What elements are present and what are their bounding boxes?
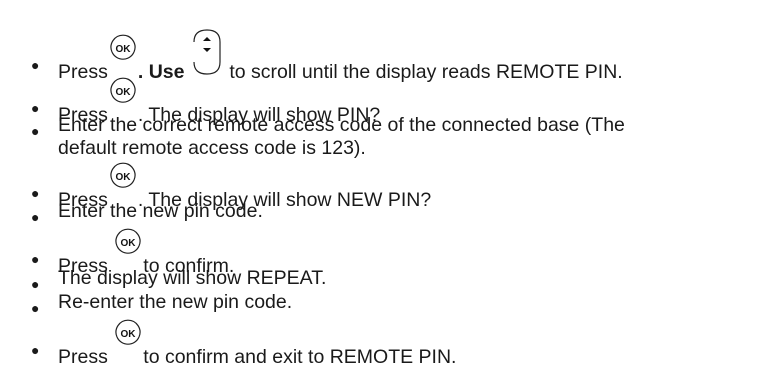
svg-text:OK: OK — [121, 238, 137, 249]
step-1: Press OK . Use to scroll until the display… — [58, 29, 623, 83]
step-1-text-press: Press — [58, 61, 108, 83]
bullet: ● — [31, 185, 40, 201]
step-1-text-scroll: to scroll until the display reads REMOTE… — [229, 61, 623, 83]
bullet: ● — [31, 300, 40, 316]
svg-text:OK: OK — [115, 172, 131, 183]
bullet: ● — [31, 209, 40, 225]
up-down-navigation-icon — [190, 29, 224, 78]
step-9: Press OK to confirm and exit to REMOTE PI… — [58, 319, 457, 368]
svg-text:OK: OK — [115, 44, 131, 55]
step-7: The display will show REPEAT. — [58, 267, 327, 289]
bullet: ● — [31, 57, 40, 73]
step-9-text-press: Press — [58, 346, 108, 368]
bullet: ● — [31, 251, 40, 267]
svg-text:OK: OK — [121, 329, 137, 340]
ok-button-icon: OK — [108, 34, 138, 78]
ok-button-icon: OK — [113, 319, 143, 363]
step-9-text-confirm: to confirm and exit to REMOTE PIN. — [143, 346, 457, 368]
step-3-line-1: Enter the correct remote access code of … — [58, 114, 625, 136]
step-1-text-use: . Use — [137, 61, 185, 83]
bullet: ● — [31, 276, 40, 292]
step-5: Enter the new pin code. — [58, 200, 263, 222]
bullet: ● — [31, 342, 40, 358]
bullet: ● — [31, 100, 40, 116]
bullet: ● — [31, 123, 40, 139]
step-3-line-2: default remote access code is 123). — [58, 137, 366, 159]
step-8: Re-enter the new pin code. — [58, 291, 293, 313]
svg-text:OK: OK — [115, 87, 131, 98]
instruction-list: ● Press OK . Use to scroll until the displ… — [0, 0, 775, 383]
